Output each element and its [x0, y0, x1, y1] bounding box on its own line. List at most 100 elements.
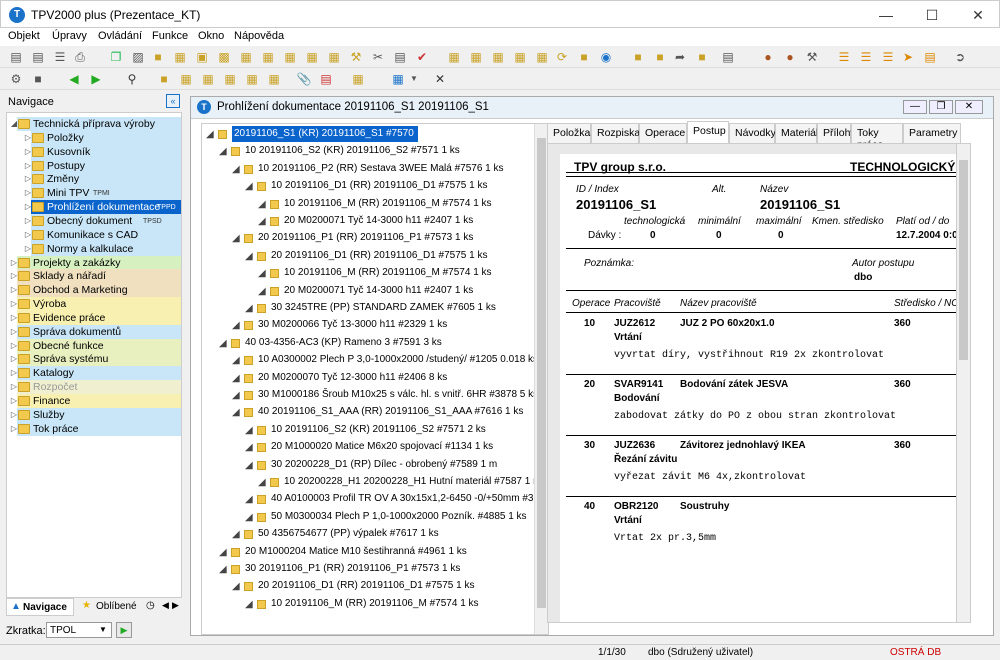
- expand-icon[interactable]: ◢: [245, 179, 253, 195]
- expand-icon[interactable]: ◢: [232, 318, 240, 334]
- grid-icon[interactable]: ▦: [326, 49, 342, 65]
- expand-icon[interactable]: ◢: [258, 284, 266, 300]
- tree-row[interactable]: ◢ 40 A0100003 Profil TR OV A 30x15x1,2-64…: [202, 491, 548, 508]
- suitcase-icon[interactable]: ■: [630, 49, 646, 65]
- scroll-right-icon[interactable]: ▶: [172, 600, 179, 611]
- expand-icon[interactable]: ◢: [232, 371, 240, 387]
- expand-icon[interactable]: ◢: [219, 562, 227, 578]
- minimize-button[interactable]: —: [863, 1, 909, 29]
- document-edit-icon[interactable]: ▤: [30, 49, 46, 65]
- tab-operace[interactable]: Operace: [639, 123, 687, 143]
- expand-icon[interactable]: ◢: [232, 405, 240, 421]
- tab-rozpiska[interactable]: Rozpiska: [591, 123, 640, 143]
- table-icon[interactable]: ▤: [922, 49, 938, 65]
- nav-item[interactable]: ▷ Obecný dokument TPSD: [7, 213, 181, 228]
- menu-upravy[interactable]: Úpravy: [52, 30, 87, 42]
- nav-item[interactable]: ▷ Položky: [7, 130, 181, 145]
- nav-item[interactable]: ▷ Postupy: [7, 158, 181, 173]
- nav-item[interactable]: ▷ Obecné funkce: [7, 338, 181, 353]
- box-icon[interactable]: ■: [150, 49, 166, 65]
- link-icon[interactable]: ▦: [304, 49, 320, 65]
- nav-item[interactable]: ▷ Mini TPV TPMI: [7, 186, 181, 201]
- collapse-panel-icon[interactable]: «: [166, 94, 180, 108]
- expand-icon[interactable]: ◢: [232, 388, 240, 404]
- menu-okno[interactable]: Okno: [198, 30, 224, 42]
- tree-row[interactable]: ◢ 10 20191106_M (RR) 20191106_M #7574 1 k…: [202, 596, 532, 612]
- process-icon[interactable]: ▦: [244, 71, 260, 87]
- nav-item[interactable]: ▷ Katalogy: [7, 366, 181, 381]
- workflow-icon[interactable]: ▦: [350, 71, 366, 87]
- expand-icon[interactable]: ◢: [245, 423, 253, 439]
- expand-icon[interactable]: ◢: [245, 492, 253, 508]
- nav-item[interactable]: ▷ Služby: [7, 407, 181, 422]
- paste-icon[interactable]: ▨: [130, 49, 146, 65]
- rows-arrow-icon[interactable]: ☰: [880, 49, 896, 65]
- scroll-left-icon[interactable]: ◀: [162, 600, 169, 611]
- nav-item[interactable]: ▷ Obchod a Marketing: [7, 283, 181, 298]
- tab-toky práce[interactable]: Toky práce: [851, 123, 903, 151]
- book-icon[interactable]: ▤: [392, 49, 408, 65]
- copy-icon[interactable]: ❐: [108, 49, 124, 65]
- expand-icon[interactable]: ◢: [258, 266, 266, 282]
- nav-item[interactable]: ▷ Evidence práce: [7, 310, 181, 325]
- bars-icon[interactable]: ☰: [836, 49, 852, 65]
- tree-row[interactable]: ◢ 10 A0300002 Plech P 3,0-1000x2000 /stud…: [202, 352, 538, 369]
- branch-icon[interactable]: ▦: [534, 49, 550, 65]
- expand-icon[interactable]: ◢: [206, 127, 214, 143]
- layers-icon[interactable]: ▦: [446, 49, 462, 65]
- arrow-left-icon[interactable]: ◀: [66, 71, 82, 87]
- shortcut-go-button[interactable]: ▶: [116, 622, 132, 638]
- menu-objekt[interactable]: Objekt: [8, 30, 40, 42]
- expand-icon[interactable]: ◢: [245, 301, 253, 317]
- cut-icon[interactable]: ✂: [370, 49, 386, 65]
- tree-row[interactable]: ◢ 20 M0200071 Tyč 14-3000 h11 #2407 1 ks: [202, 283, 532, 299]
- tree-row[interactable]: ◢ 10 20191106_M (RR) 20191106_M #7574 1 k…: [202, 265, 532, 281]
- shortcut-input[interactable]: TPOL ▼: [46, 622, 112, 638]
- nav-item[interactable]: ▷ Výroba: [7, 297, 181, 312]
- expand-icon[interactable]: ◢: [232, 162, 240, 178]
- tree-row[interactable]: ◢ 10 20191106_S2 (KR) 20191106_S2 #7571 1…: [202, 143, 532, 159]
- components-icon[interactable]: ▩: [216, 49, 232, 65]
- tab-položka[interactable]: Položka: [547, 123, 591, 143]
- tree-row[interactable]: ◢ 30 M1000186 Šroub M10x25 s válc. hl. s …: [202, 387, 538, 404]
- expand-icon[interactable]: ◢: [232, 527, 240, 543]
- layout-dropdown-icon[interactable]: ▼: [406, 71, 422, 87]
- tab-navigace[interactable]: ▲ Navigace: [6, 598, 74, 616]
- doc-restore-button[interactable]: ❐: [929, 100, 953, 114]
- folder-icon[interactable]: ■: [576, 49, 592, 65]
- tree-row[interactable]: ◢ 10 20191106_M (RR) 20191106_M #7574 1 k…: [202, 196, 532, 212]
- worker-icon[interactable]: ●: [782, 49, 798, 65]
- nav-item[interactable]: ▷ Změny: [7, 172, 181, 187]
- sequence-icon[interactable]: ▦: [490, 49, 506, 65]
- tree-icon[interactable]: ▦: [172, 49, 188, 65]
- nav-item[interactable]: ▷ Správa dokumentů: [7, 324, 181, 339]
- refresh-icon[interactable]: ⟳: [554, 49, 570, 65]
- tree-row[interactable]: ◢ 20 M0200070 Tyč 12-3000 h11 #2406 8 ks: [202, 370, 532, 386]
- expand-icon[interactable]: ◢: [232, 353, 240, 369]
- tree-row[interactable]: ◢ 20 20191106_D1 (RR) 20191106_D1 #7575 1…: [202, 248, 532, 264]
- expand-icon[interactable]: ◢: [245, 510, 253, 526]
- menu-funkce[interactable]: Funkce: [152, 30, 188, 42]
- close-button[interactable]: ✕: [955, 1, 1000, 29]
- hierarchy-icon[interactable]: ▦: [282, 49, 298, 65]
- tree-row[interactable]: ◢ 50 4356754677 (PP) výpalek #7617 1 ks: [202, 526, 532, 542]
- pdf-icon[interactable]: ▤: [318, 71, 334, 87]
- nav-item[interactable]: ▷ Kusovník: [7, 144, 181, 159]
- arrow-right-icon[interactable]: ▶: [88, 71, 104, 87]
- rows-icon[interactable]: ☰: [858, 49, 874, 65]
- tree-row[interactable]: ◢ 10 20191106_P2 (RR) Sestava 3WEE Malá #…: [202, 161, 532, 177]
- parts-icon[interactable]: ▦: [200, 71, 216, 87]
- attachment-icon[interactable]: 📎: [296, 71, 312, 87]
- structure-icon[interactable]: ▦: [260, 49, 276, 65]
- nav-item[interactable]: ▷ Rozpočet: [7, 380, 181, 395]
- settings-icon[interactable]: ⚙: [8, 71, 24, 87]
- expand-icon[interactable]: ◢: [258, 197, 266, 213]
- exit-icon[interactable]: ➲: [952, 49, 968, 65]
- check-icon[interactable]: ✔: [414, 49, 430, 65]
- maximize-button[interactable]: ☐: [909, 1, 955, 29]
- assembly-icon[interactable]: ▦: [178, 71, 194, 87]
- expand-icon[interactable]: ◢: [219, 144, 227, 160]
- tree-row[interactable]: ◢ 30 20191106_P1 (RR) 20191106_P1 #7573 1…: [202, 561, 532, 577]
- document-icon[interactable]: ▤: [8, 49, 24, 65]
- tools-icon[interactable]: ⚒: [348, 49, 364, 65]
